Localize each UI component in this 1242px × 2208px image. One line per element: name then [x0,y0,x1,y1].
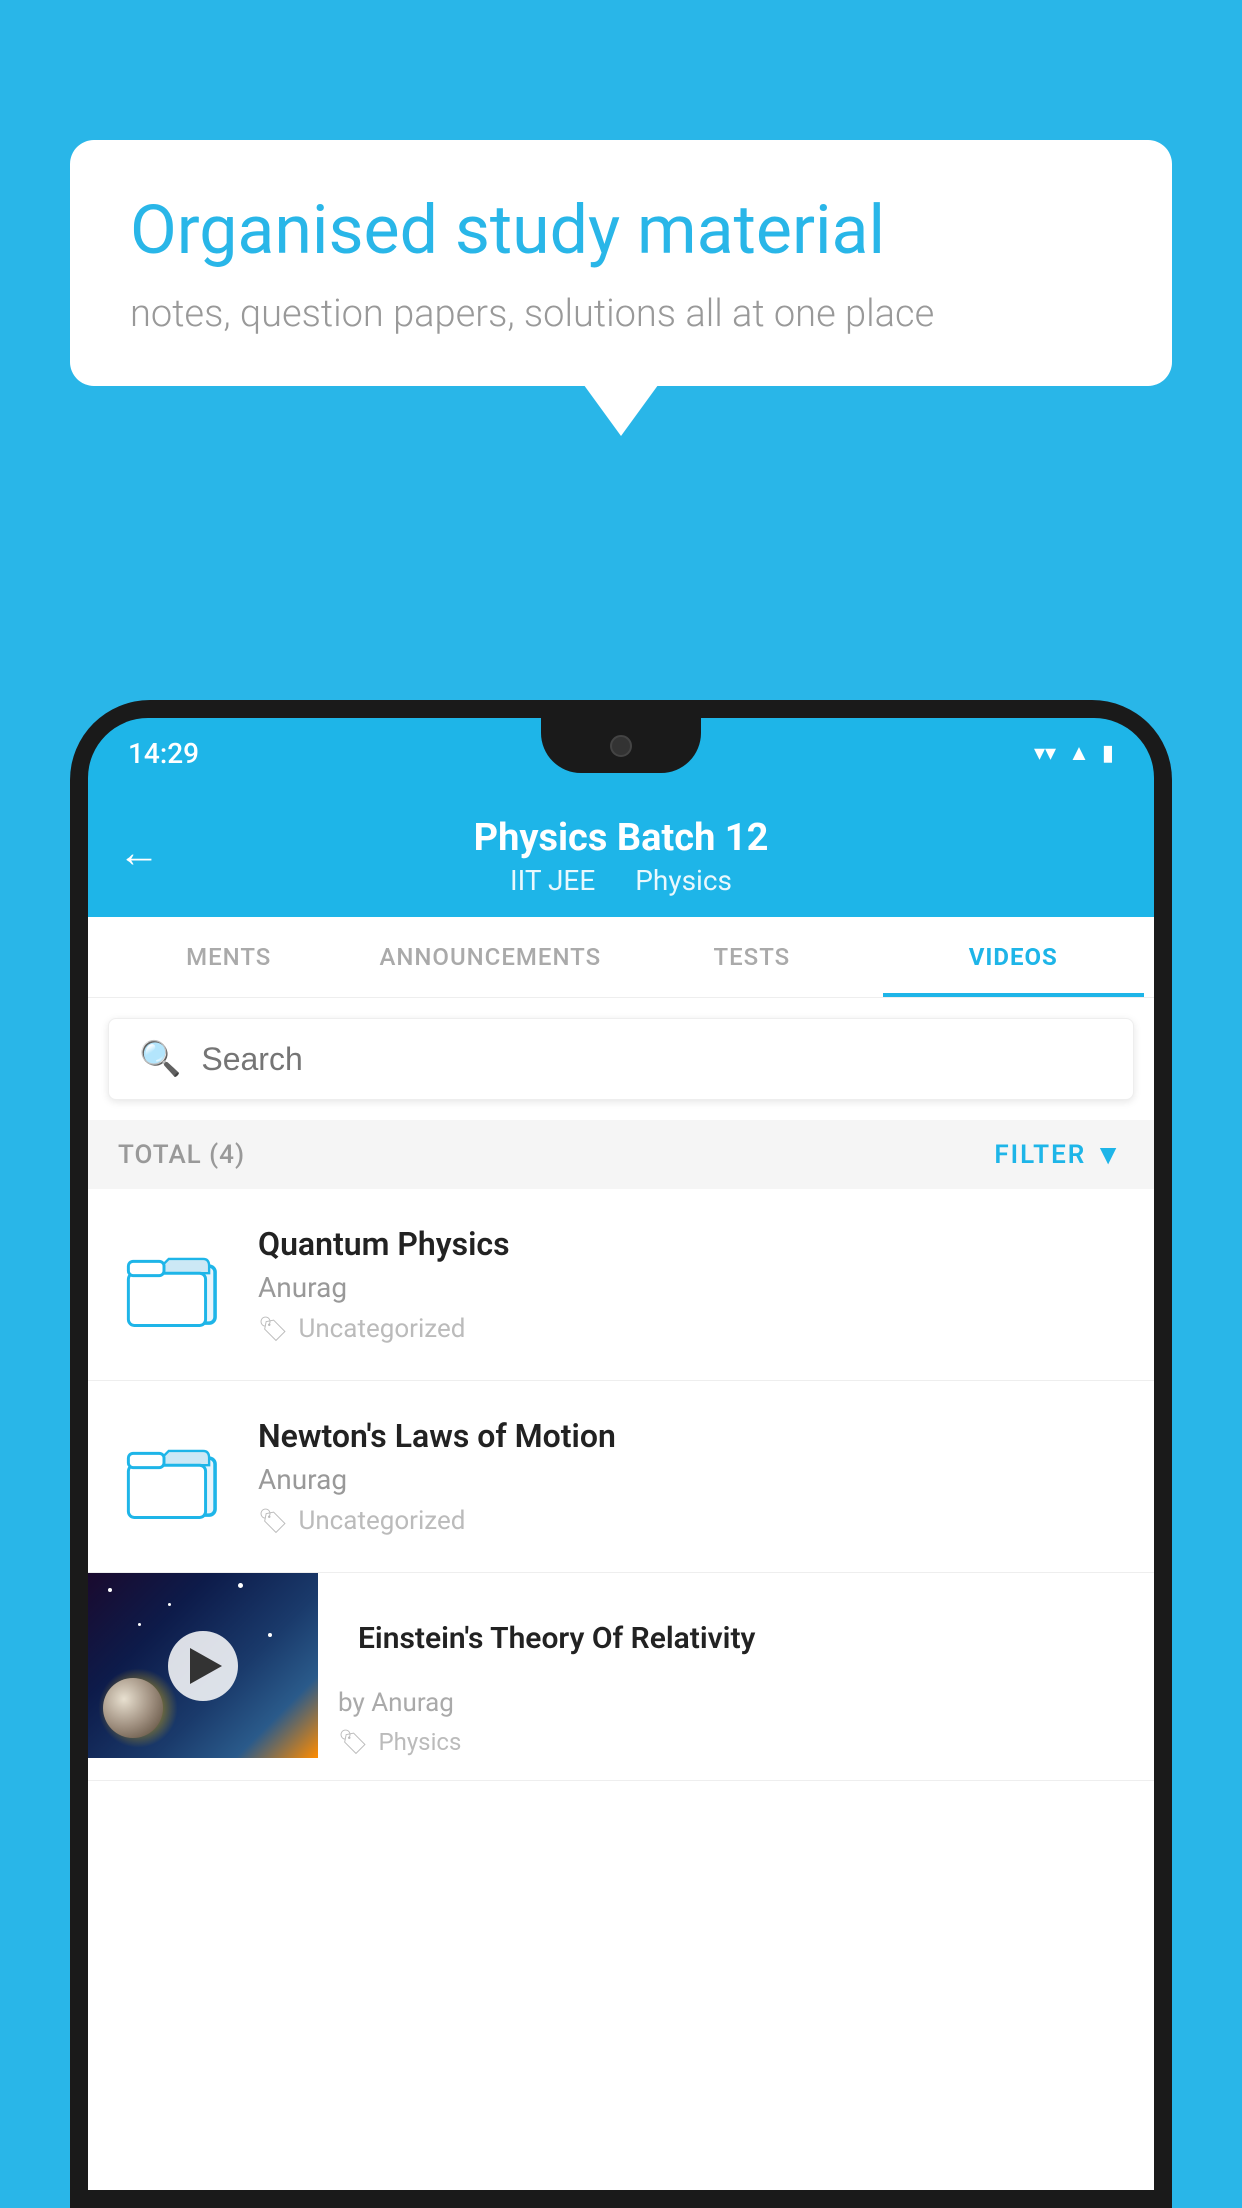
tag-icon: 🏷 [338,1728,368,1756]
item-info: Einstein's Theory Of Relativity by Anura… [318,1573,1154,1780]
status-bar: 14:29 ▾▾ ▲ ▮ [88,718,1154,788]
list-item[interactable]: Newton's Laws of Motion Anurag 🏷 Uncateg… [88,1381,1154,1573]
tabs-bar: MENTS ANNOUNCEMENTS TESTS VIDEOS [88,917,1154,998]
folder-icon [126,1237,221,1332]
tag-label: Physics [378,1728,461,1756]
phone-screen: ← Physics Batch 12 IIT JEE Physics MENTS… [88,788,1154,2190]
app-header: ← Physics Batch 12 IIT JEE Physics [88,788,1154,917]
search-bar[interactable]: 🔍 [108,1018,1134,1100]
item-title: Einstein's Theory Of Relativity [338,1597,1134,1680]
video-thumbnail [88,1573,318,1758]
status-icons: ▾▾ ▲ ▮ [1034,740,1114,766]
back-button[interactable]: ← [118,828,160,877]
item-tag: 🏷 Uncategorized [258,1314,1124,1344]
status-time: 14:29 [128,737,199,770]
wifi-icon: ▾▾ [1034,741,1056,766]
tag-physics: Physics [635,864,732,897]
tab-announcements[interactable]: ANNOUNCEMENTS [359,917,621,997]
phone-camera [610,735,632,757]
item-thumbnail [118,1422,228,1532]
list-item[interactable]: Quantum Physics Anurag 🏷 Uncategorized [88,1189,1154,1381]
item-title: Newton's Laws of Motion [258,1417,1124,1455]
star [108,1588,112,1592]
planet [103,1678,163,1738]
search-icon: 🔍 [139,1039,181,1079]
video-list: Quantum Physics Anurag 🏷 Uncategorized [88,1189,1154,1781]
item-thumbnail [118,1230,228,1340]
tab-videos[interactable]: VIDEOS [883,917,1144,997]
tag-icon: 🏷 [258,1315,288,1343]
batch-subtitle: IIT JEE Physics [128,864,1114,897]
item-author: by Anurag [338,1688,1134,1718]
folder-icon [126,1429,221,1524]
tag-icon: 🏷 [258,1507,288,1535]
battery-icon: ▮ [1102,741,1114,766]
item-info: Quantum Physics Anurag 🏷 Uncategorized [258,1225,1124,1344]
phone-frame: 14:29 ▾▾ ▲ ▮ ← Physics Batch 12 IIT JEE [70,700,1172,2208]
tag-label: Uncategorized [298,1314,465,1344]
tag-label: Uncategorized [298,1506,465,1536]
play-triangle-icon [190,1648,222,1684]
phone-notch [541,718,701,773]
total-filter-bar: TOTAL (4) FILTER ▼ [88,1120,1154,1189]
speech-bubble: Organised study material notes, question… [70,140,1172,386]
total-label: TOTAL (4) [118,1140,245,1170]
item-title: Quantum Physics [258,1225,1124,1263]
star [168,1603,171,1606]
item-tag: 🏷 Uncategorized [258,1506,1124,1536]
speech-bubble-container: Organised study material notes, question… [70,140,1172,386]
signal-icon: ▲ [1068,740,1090,766]
filter-button[interactable]: FILTER ▼ [994,1138,1124,1171]
star [138,1623,141,1626]
speech-bubble-title: Organised study material [130,190,1112,272]
play-button[interactable] [168,1631,238,1701]
search-input[interactable] [201,1041,1103,1078]
tag-iit: IIT JEE [510,864,595,897]
filter-label: FILTER [994,1140,1086,1170]
star [268,1633,272,1637]
list-item[interactable]: Einstein's Theory Of Relativity by Anura… [88,1573,1154,1781]
item-author: Anurag [258,1463,1124,1496]
item-tag: 🏷 Physics [338,1728,1134,1756]
star [238,1583,243,1588]
batch-title: Physics Batch 12 [128,816,1114,860]
item-info: Newton's Laws of Motion Anurag 🏷 Uncateg… [258,1417,1124,1536]
speech-bubble-subtitle: notes, question papers, solutions all at… [130,292,1112,336]
item-author: Anurag [258,1271,1124,1304]
tab-tests[interactable]: TESTS [621,917,882,997]
filter-icon: ▼ [1094,1138,1124,1171]
tab-ments[interactable]: MENTS [98,917,359,997]
